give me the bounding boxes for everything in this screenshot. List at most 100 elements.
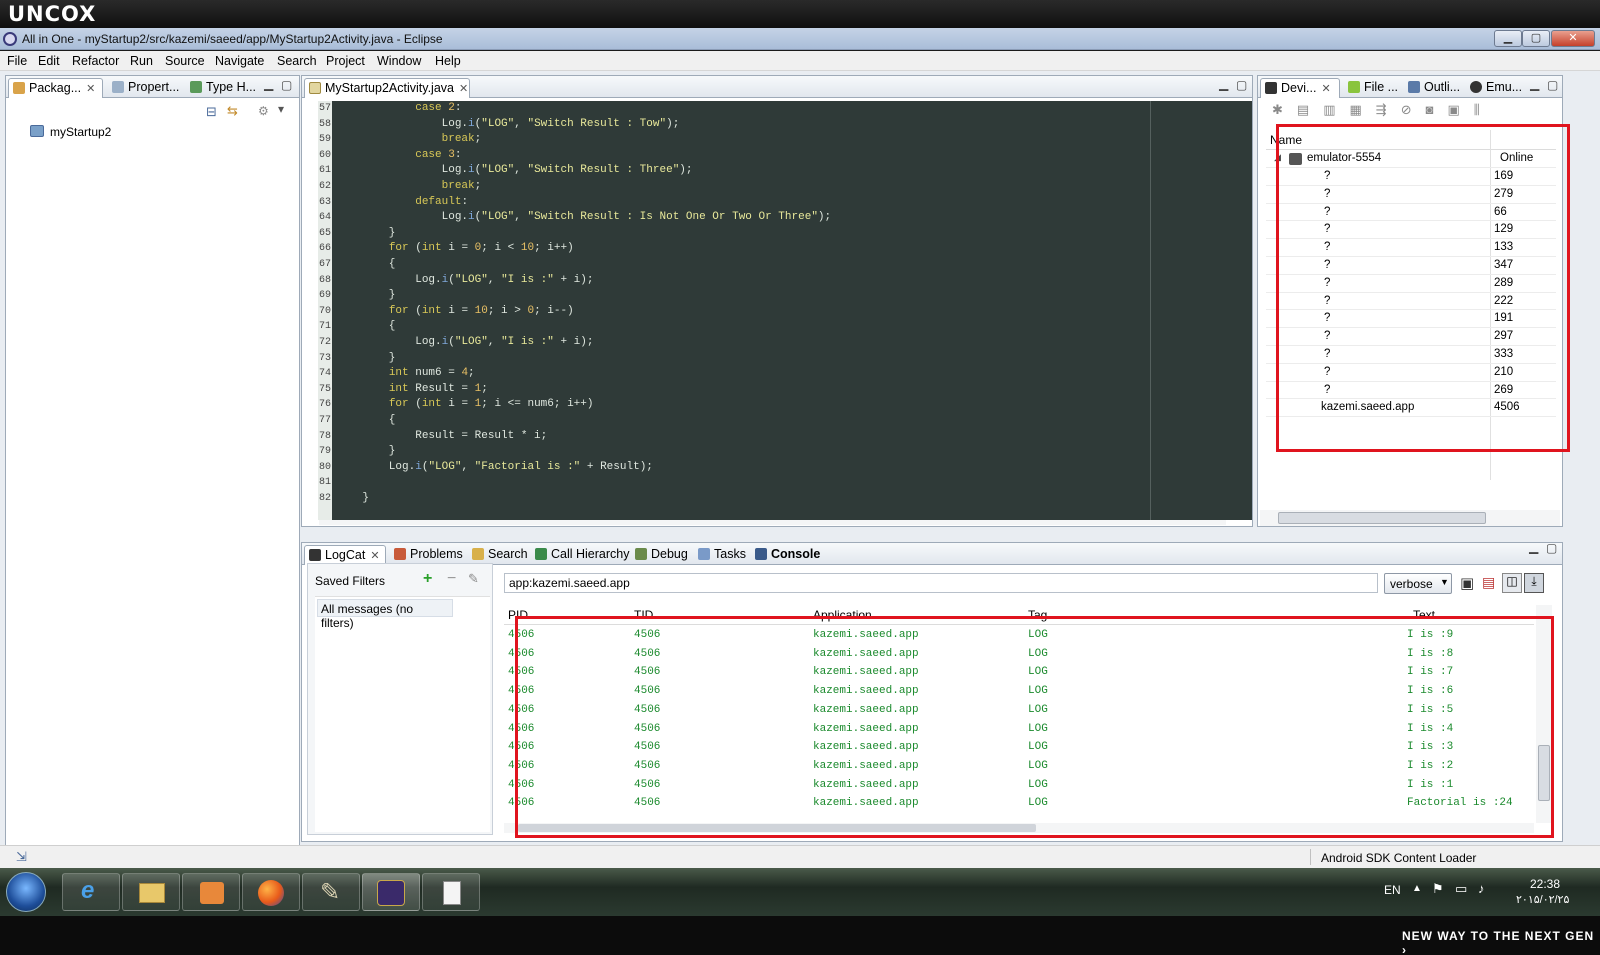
systrace-icon[interactable]: ▣	[1447, 102, 1473, 117]
maximize-view-icon[interactable]: ▢	[281, 78, 292, 92]
filter-item-all[interactable]: All messages (no filters)	[317, 599, 453, 630]
screenshot-icon[interactable]: ◙	[1426, 102, 1448, 117]
paint-icon[interactable]: ✎	[302, 873, 360, 911]
maximize-view-icon[interactable]: ▢	[1547, 78, 1558, 92]
tab-console[interactable]: Console	[751, 545, 820, 565]
highlight-box-logcat	[515, 616, 1554, 838]
threads-icon[interactable]: ▥	[1323, 102, 1349, 117]
notepad-icon[interactable]	[422, 873, 480, 911]
code-line: {	[336, 414, 396, 426]
start-orb-icon[interactable]	[6, 872, 46, 912]
tab-debug[interactable]: Debug	[631, 545, 691, 565]
file-explorer-icon[interactable]	[122, 873, 180, 911]
close-button[interactable]: ✕	[1551, 30, 1595, 47]
tab-label: Tasks	[714, 547, 746, 561]
minimize-button[interactable]: ▁	[1494, 30, 1522, 47]
project-item[interactable]: myStartup2	[50, 125, 111, 139]
volume-icon[interactable]: ♪	[1478, 881, 1485, 896]
maximize-view-icon[interactable]: ▢	[1546, 541, 1557, 555]
menu-help[interactable]: Help	[435, 54, 461, 68]
status-divider	[1310, 849, 1311, 865]
minimize-view-icon[interactable]: ▁	[1530, 77, 1539, 91]
clock-time[interactable]: 22:38	[1530, 877, 1560, 891]
line-number: 77	[318, 415, 331, 426]
tab-logcat[interactable]: LogCat ✕	[304, 545, 386, 565]
clock-date[interactable]: ۲۰۱۵/۰۲/۲۵	[1516, 893, 1569, 906]
code-line: for (int i = 0; i < 10; i++)	[388, 242, 574, 255]
hprof-icon[interactable]: ⇶	[1376, 102, 1401, 117]
tab-file-explorer[interactable]: File ...	[1344, 78, 1404, 98]
opengl-icon[interactable]: ⫼	[1474, 102, 1494, 117]
debug-icon[interactable]: ✱	[1272, 102, 1297, 117]
menu-navigate[interactable]: Navigate	[215, 54, 264, 68]
line-number: 78	[318, 430, 331, 442]
tab-search[interactable]: Search	[468, 545, 528, 565]
menu-source[interactable]: Source	[165, 54, 205, 68]
fast-view-icon[interactable]: ⇲	[16, 849, 27, 865]
menu-window[interactable]: Window	[377, 54, 421, 68]
maximize-button[interactable]: ▢	[1522, 30, 1550, 47]
code-editor[interactable]: 57 58 59 60 61 62 63 64 65 66 67 68 69 70 71 72 73 74 75 76…	[318, 101, 1252, 520]
add-filter-icon[interactable]: +	[423, 570, 432, 588]
network-icon[interactable]: ▭	[1455, 881, 1467, 897]
code-line: int num6 = 4;	[388, 367, 475, 380]
clear-log-icon[interactable]: ▤	[1482, 574, 1495, 591]
internet-explorer-icon[interactable]: e	[62, 873, 120, 911]
tab-devices[interactable]: Devi... ✕	[1260, 78, 1340, 98]
code-line: int Result = 1;	[388, 382, 488, 395]
maximize-view-icon[interactable]: ▢	[1236, 78, 1247, 92]
menu-edit[interactable]: Edit	[38, 54, 60, 68]
tab-properties[interactable]: Propert...	[108, 78, 182, 98]
minimize-view-icon[interactable]: ▁	[264, 77, 273, 91]
tab-emulator-control[interactable]: Emu...	[1466, 78, 1528, 98]
close-icon[interactable]: ✕	[459, 83, 468, 95]
action-center-flag-icon[interactable]: ⚑	[1432, 881, 1444, 897]
language-indicator[interactable]: EN	[1384, 883, 1401, 897]
collapse-all-icon[interactable]: ⊟	[206, 104, 217, 120]
tab-outline[interactable]: Outli...	[1404, 78, 1466, 98]
tab-package-explorer[interactable]: Packag... ✕	[8, 78, 103, 98]
print-margin	[1150, 101, 1151, 520]
java-ee-ide-icon[interactable]	[362, 873, 420, 911]
tab-problems[interactable]: Problems	[390, 545, 466, 565]
show-hidden-icons-icon[interactable]: ▲	[1412, 883, 1422, 894]
code-line: }	[336, 289, 396, 302]
devices-horizontal-scrollbar[interactable]	[1260, 510, 1560, 526]
toggle-filters-icon[interactable]: ◫	[1502, 573, 1522, 593]
java-file-icon	[309, 82, 321, 94]
media-player-icon[interactable]	[182, 873, 240, 911]
tab-call-hierarchy[interactable]: Call Hierarchy	[531, 545, 630, 565]
tab-type-hierarchy[interactable]: Type H...	[186, 78, 261, 98]
menu-run[interactable]: Run	[130, 54, 153, 68]
view-menu-icon[interactable]: ⚙	[258, 104, 269, 118]
chevron-down-icon[interactable]: ▾	[278, 102, 284, 116]
firefox-icon[interactable]	[242, 873, 300, 911]
heap-icon[interactable]: ▤	[1297, 102, 1323, 117]
save-log-icon[interactable]: ▣	[1460, 574, 1474, 592]
scroll-thumb[interactable]	[1278, 512, 1486, 524]
scroll-lock-icon[interactable]: ⤓	[1524, 573, 1544, 593]
line-number: 76	[318, 399, 331, 411]
menu-refactor[interactable]: Refactor	[72, 54, 119, 68]
tab-tasks[interactable]: Tasks	[694, 545, 748, 565]
tab-label: Type H...	[206, 80, 257, 94]
code-line: }	[336, 351, 396, 364]
minimize-view-icon[interactable]: ▁	[1529, 540, 1538, 554]
remove-filter-icon[interactable]: −	[447, 570, 456, 588]
menu-search[interactable]: Search	[277, 54, 317, 68]
tab-editor-file[interactable]: MyStartup2Activity.java ✕	[304, 78, 470, 98]
gc-icon[interactable]: ▦	[1350, 102, 1376, 117]
logcat-filter-input[interactable]: app:kazemi.saeed.app	[504, 573, 1378, 593]
link-editor-icon[interactable]: ⇆	[227, 103, 238, 119]
close-icon[interactable]: ✕	[1321, 83, 1330, 95]
menu-project[interactable]: Project	[326, 54, 365, 68]
package-icon	[13, 82, 25, 94]
close-icon[interactable]: ✕	[86, 83, 95, 95]
stop-icon[interactable]: ⊘	[1401, 102, 1426, 117]
menu-file[interactable]: File	[7, 54, 27, 68]
edit-filter-icon[interactable]: ✎	[468, 571, 479, 587]
log-level-select[interactable]: verbose ▼	[1384, 573, 1452, 594]
close-icon[interactable]: ✕	[370, 550, 379, 562]
properties-icon	[112, 81, 124, 93]
minimize-view-icon[interactable]: ▁	[1219, 77, 1228, 91]
